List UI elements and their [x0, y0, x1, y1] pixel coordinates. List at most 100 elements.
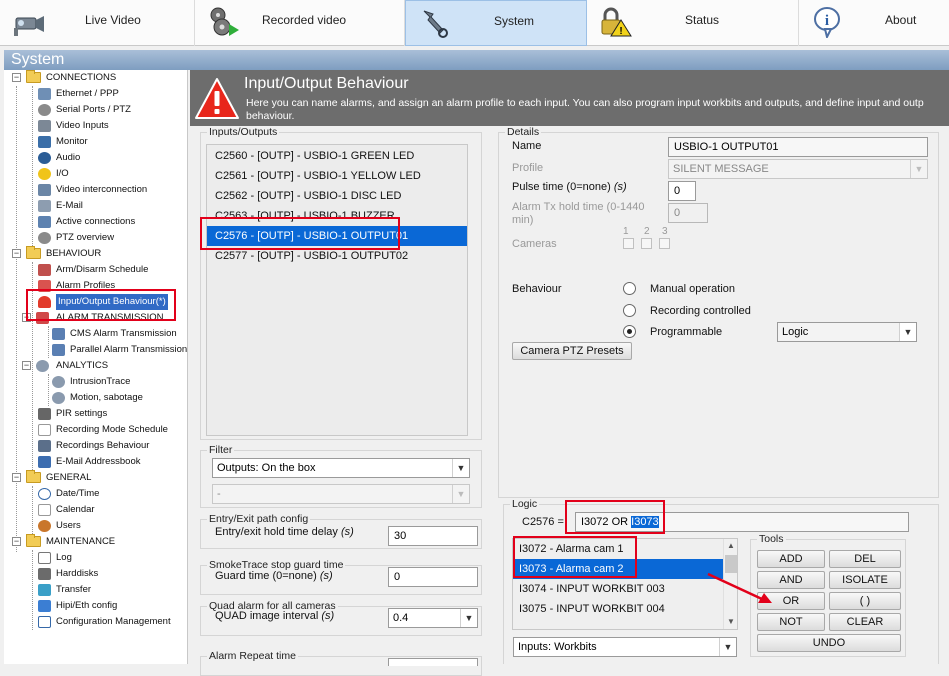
- list-item[interactable]: I3072 - Alarma cam 1: [513, 539, 723, 559]
- radio-programmable[interactable]: [623, 325, 636, 338]
- not-button[interactable]: NOT: [757, 613, 825, 631]
- email-icon: [38, 200, 51, 212]
- list-item[interactable]: C2563 - [OUTP] - USBIO-1 BUZZER: [207, 206, 467, 226]
- collapse-toggle-icon[interactable]: −: [12, 473, 21, 482]
- chevron-down-icon[interactable]: ▼: [719, 638, 736, 656]
- tree-item-label: Audio: [56, 152, 81, 163]
- camera-checkbox-2: [641, 238, 652, 249]
- guard-time-field[interactable]: 0: [388, 567, 478, 587]
- gear-icon: [52, 376, 65, 388]
- guard-time-unit: (s): [319, 570, 333, 582]
- camera-icon: [14, 16, 44, 36]
- tab-about[interactable]: i About: [799, 0, 949, 46]
- parentheses-button[interactable]: ( ): [829, 592, 901, 610]
- alarm-profile-icon: [38, 280, 51, 292]
- pulse-time-field[interactable]: 0: [668, 181, 696, 201]
- quad-interval-select[interactable]: 0.4 ▼: [388, 608, 478, 628]
- guard-time-label: Guard time (0=none) (s): [215, 570, 333, 582]
- list-item[interactable]: C2561 - [OUTP] - USBIO-1 YELLOW LED: [207, 166, 467, 186]
- collapse-toggle-icon[interactable]: −: [22, 361, 31, 370]
- del-button[interactable]: DEL: [829, 550, 901, 568]
- warning-icon: [195, 78, 239, 119]
- filter-select[interactable]: Outputs: On the box ▼: [212, 458, 470, 478]
- tree-item-label: Arm/Disarm Schedule: [56, 264, 149, 275]
- logic-group-label: Logic: [510, 498, 540, 510]
- collapse-toggle-icon[interactable]: −: [12, 249, 21, 258]
- recordings-icon: [38, 440, 51, 452]
- filter-secondary-value: -: [217, 488, 221, 500]
- list-item-selected[interactable]: C2576 - [OUTP] - USBIO-1 OUTPUT01: [207, 226, 467, 246]
- tree-line: [32, 262, 33, 472]
- radio-recording-controlled[interactable]: [623, 304, 636, 317]
- camera-checkbox-1: [623, 238, 634, 249]
- checklist-icon: [38, 616, 51, 628]
- chevron-down-icon[interactable]: ▼: [899, 323, 916, 341]
- tab-recorded-video[interactable]: Recorded video: [195, 0, 405, 46]
- add-button[interactable]: ADD: [757, 550, 825, 568]
- collapse-toggle-icon[interactable]: −: [22, 313, 31, 322]
- tree-item-label: Serial Ports / PTZ: [56, 104, 131, 115]
- list-item-selected[interactable]: I3073 - Alarma cam 2: [513, 559, 723, 579]
- filter-select-value: Outputs: On the box: [217, 462, 316, 474]
- scroll-down-icon[interactable]: ▼: [727, 617, 735, 626]
- tree-item-label: ANALYTICS: [56, 360, 109, 371]
- tree-item-label: Video interconnection: [56, 184, 148, 195]
- chevron-down-icon[interactable]: ▼: [460, 609, 477, 627]
- behaviour-select[interactable]: Logic ▼: [777, 322, 917, 342]
- logic-expression-field[interactable]: I3072 OR I3073: [575, 512, 909, 532]
- collapse-toggle-icon[interactable]: −: [12, 537, 21, 546]
- camera-ptz-presets-button[interactable]: Camera PTZ Presets: [512, 342, 632, 360]
- list-item[interactable]: C2577 - [OUTP] - USBIO-1 OUTPUT02: [207, 246, 467, 266]
- tree-item-label: Hipi/Eth config: [56, 600, 118, 611]
- folder-icon: [26, 470, 41, 483]
- chevron-down-icon[interactable]: ▼: [452, 459, 469, 477]
- radio-manual-operation[interactable]: [623, 282, 636, 295]
- workbit-source-select[interactable]: Inputs: Workbits ▼: [513, 637, 737, 657]
- tree-item-label: Transfer: [56, 584, 92, 595]
- camera-checkbox-3: [659, 238, 670, 249]
- info-bubble-icon: i: [814, 7, 840, 38]
- clear-button[interactable]: CLEAR: [829, 613, 901, 631]
- tab-system[interactable]: System: [405, 0, 587, 46]
- isolate-button[interactable]: ISOLATE: [829, 571, 901, 589]
- transmission-icon: [52, 328, 65, 340]
- tree-group-label: BEHAVIOUR: [46, 248, 102, 259]
- io-group-label: Inputs/Outputs: [207, 126, 280, 138]
- page-title: Input/Output Behaviour: [244, 75, 409, 92]
- tree-item-label: E-Mail: [56, 200, 83, 211]
- list-item[interactable]: C2562 - [OUTP] - USBIO-1 DISC LED: [207, 186, 467, 206]
- top-nav: Live Video Recorded video System ! Statu…: [0, 0, 949, 46]
- cameras-label: Cameras: [512, 238, 557, 250]
- collapse-toggle-icon[interactable]: −: [12, 73, 21, 82]
- name-field[interactable]: USBIO-1 OUTPUT01: [668, 137, 928, 157]
- gear-icon: [52, 392, 65, 404]
- tab-live-video[interactable]: Live Video: [0, 0, 195, 46]
- camera-number: 3: [662, 226, 668, 237]
- alarm-repeat-field[interactable]: [388, 658, 478, 666]
- harddisk-icon: [38, 568, 51, 580]
- tree-item-label: Parallel Alarm Transmission: [70, 344, 188, 355]
- calendar-icon: [38, 424, 51, 436]
- entry-exit-field[interactable]: 30: [388, 526, 478, 546]
- radio-label: Recording controlled: [650, 305, 751, 317]
- tree-group-label: GENERAL: [46, 472, 92, 483]
- section-title: System: [11, 51, 65, 68]
- alarm-tx-field: 0: [668, 203, 708, 223]
- entry-exit-text: Entry/exit hold time delay: [215, 526, 338, 538]
- details-group-label: Details: [505, 126, 542, 138]
- scroll-up-icon[interactable]: ▲: [727, 541, 735, 550]
- io-list[interactable]: C2560 - [OUTP] - USBIO-1 GREEN LED C2561…: [206, 144, 468, 436]
- undo-button[interactable]: UNDO: [757, 634, 901, 652]
- list-item[interactable]: I3075 - INPUT WORKBIT 004: [513, 599, 723, 619]
- schedule-icon: [38, 264, 51, 276]
- profile-value: SILENT MESSAGE: [673, 163, 769, 175]
- log-icon: [38, 552, 51, 564]
- list-item[interactable]: I3074 - INPUT WORKBIT 003: [513, 579, 723, 599]
- list-item[interactable]: C2560 - [OUTP] - USBIO-1 GREEN LED: [207, 146, 467, 166]
- tab-status[interactable]: ! Status: [587, 0, 799, 46]
- tree-item-label: Users: [56, 520, 81, 531]
- tree-item-label: Configuration Management: [56, 616, 171, 627]
- ptz-camera-icon: [38, 104, 51, 116]
- tree-group-label: MAINTENANCE: [46, 536, 116, 547]
- tree-item-label: Input/Output Behaviour(*): [56, 294, 168, 310]
